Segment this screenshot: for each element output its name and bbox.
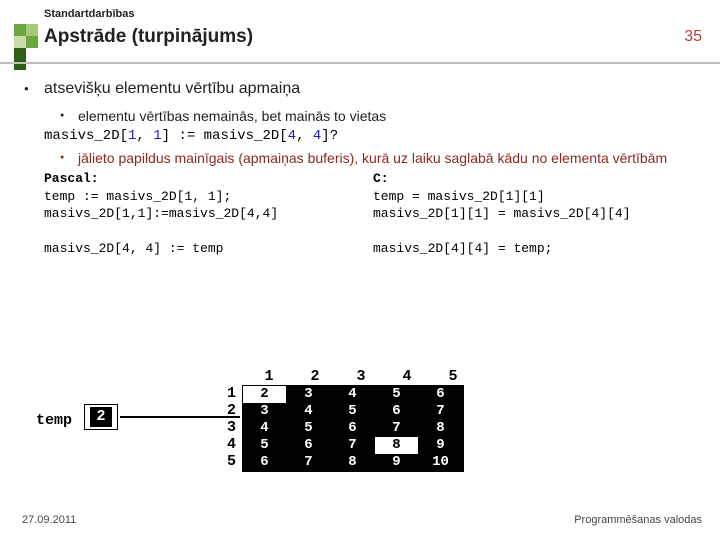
footer-date: 27.09.2011 bbox=[22, 514, 76, 526]
c-code: C: temp = masivs_2D[1][1] masivs_2D[1][1… bbox=[373, 170, 702, 258]
bullet-level1: atsevišķu elementu vērtību apmaiņa bbox=[30, 80, 702, 98]
temp-value: 2 bbox=[90, 407, 112, 427]
page-number: 35 bbox=[684, 28, 702, 46]
slide-header: Standartdarbības Apstrāde (turpinājums) … bbox=[0, 0, 720, 62]
temp-box: 2 bbox=[84, 404, 118, 430]
slide-title: Apstrāde (turpinājums) bbox=[44, 26, 253, 48]
bullet-level2-b: jālieto papildus mainīgais (apmaiņas buf… bbox=[64, 150, 702, 166]
slide: Standartdarbības Apstrāde (turpinājums) … bbox=[0, 0, 720, 540]
matrix: 2 3 4 5 6 3 4 5 6 7 4 5 bbox=[242, 385, 464, 472]
pre-title: Standartdarbības bbox=[44, 8, 134, 20]
matrix-wrap: 1 2 3 4 5 1 2 3 4 5 2 3 4 bbox=[218, 368, 476, 472]
matrix-cell-hi: 2 bbox=[243, 386, 287, 403]
matrix-cell-hi: 8 bbox=[375, 437, 419, 454]
temp-label: temp bbox=[36, 412, 72, 429]
matrix-row-headers: 1 2 3 4 5 bbox=[218, 385, 236, 472]
bullet-level2-a: elementu vērtības nemainās, bet mainās t… bbox=[64, 108, 702, 124]
pascal-column: Pascal: temp := masivs_2D[1, 1]; masivs_… bbox=[44, 170, 373, 258]
pascal-code: Pascal: temp := masivs_2D[1, 1]; masivs_… bbox=[44, 170, 373, 258]
c-column: C: temp = masivs_2D[1][1] masivs_2D[1][1… bbox=[373, 170, 702, 258]
footer-source: Programmēšanas valodas bbox=[574, 514, 702, 526]
code-columns: Pascal: temp := masivs_2D[1, 1]; masivs_… bbox=[44, 170, 702, 258]
matrix-col-headers: 1 2 3 4 5 bbox=[246, 368, 476, 385]
figure: temp 2 1 2 3 4 5 1 2 3 4 5 bbox=[36, 356, 676, 476]
slide-content: atsevišķu elementu vērtību apmaiņa eleme… bbox=[30, 80, 702, 258]
code-top: masivs_2D[1, 1] := masivs_2D[4, 4]? bbox=[44, 128, 702, 144]
header-rule bbox=[0, 62, 720, 64]
